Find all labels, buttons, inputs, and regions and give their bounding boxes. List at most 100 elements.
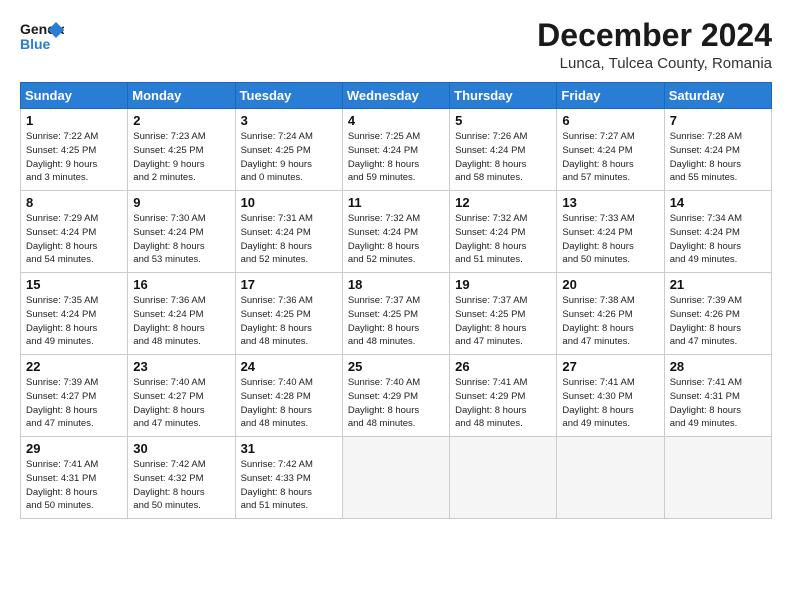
calendar-cell: 9 Sunrise: 7:30 AM Sunset: 4:24 PM Daylig…	[128, 191, 235, 273]
day-info: Sunrise: 7:37 AM Sunset: 4:25 PM Dayligh…	[348, 294, 444, 349]
day-info: Sunrise: 7:26 AM Sunset: 4:24 PM Dayligh…	[455, 130, 551, 185]
weekday-header-thursday: Thursday	[450, 83, 557, 109]
day-number: 27	[562, 359, 658, 374]
day-info: Sunrise: 7:37 AM Sunset: 4:25 PM Dayligh…	[455, 294, 551, 349]
day-info: Sunrise: 7:42 AM Sunset: 4:32 PM Dayligh…	[133, 458, 229, 513]
calendar-cell: 4 Sunrise: 7:25 AM Sunset: 4:24 PM Daylig…	[342, 109, 449, 191]
day-info: Sunrise: 7:41 AM Sunset: 4:31 PM Dayligh…	[670, 376, 766, 431]
calendar-cell: 20 Sunrise: 7:38 AM Sunset: 4:26 PM Dayli…	[557, 273, 664, 355]
day-number: 7	[670, 113, 766, 128]
calendar-cell: 8 Sunrise: 7:29 AM Sunset: 4:24 PM Daylig…	[21, 191, 128, 273]
day-info: Sunrise: 7:31 AM Sunset: 4:24 PM Dayligh…	[241, 212, 337, 267]
calendar-cell: 29Sunrise: 7:41 AM Sunset: 4:31 PM Dayli…	[21, 437, 128, 519]
sub-title: Lunca, Tulcea County, Romania	[537, 55, 772, 72]
day-number: 10	[241, 195, 337, 210]
weekday-header-tuesday: Tuesday	[235, 83, 342, 109]
day-info: Sunrise: 7:30 AM Sunset: 4:24 PM Dayligh…	[133, 212, 229, 267]
calendar-cell: 19 Sunrise: 7:37 AM Sunset: 4:25 PM Dayli…	[450, 273, 557, 355]
main-title: December 2024	[537, 18, 772, 53]
day-number: 5	[455, 113, 551, 128]
day-info: Sunrise: 7:34 AM Sunset: 4:24 PM Dayligh…	[670, 212, 766, 267]
day-number: 28	[670, 359, 766, 374]
day-number: 6	[562, 113, 658, 128]
calendar-cell: 17Sunrise: 7:36 AM Sunset: 4:25 PM Dayli…	[235, 273, 342, 355]
calendar-cell: 14 Sunrise: 7:34 AM Sunset: 4:24 PM Dayli…	[664, 191, 771, 273]
day-info: Sunrise: 7:36 AM Sunset: 4:24 PM Dayligh…	[133, 294, 229, 349]
day-number: 18	[348, 277, 444, 292]
day-number: 1	[26, 113, 122, 128]
calendar-cell: 10 Sunrise: 7:31 AM Sunset: 4:24 PM Dayli…	[235, 191, 342, 273]
day-number: 20	[562, 277, 658, 292]
calendar-cell: 1 Sunrise: 7:22 AM Sunset: 4:25 PM Daylig…	[21, 109, 128, 191]
day-number: 25	[348, 359, 444, 374]
day-info: Sunrise: 7:32 AM Sunset: 4:24 PM Dayligh…	[455, 212, 551, 267]
calendar-cell: 18 Sunrise: 7:37 AM Sunset: 4:25 PM Dayli…	[342, 273, 449, 355]
day-number: 12	[455, 195, 551, 210]
calendar-cell: 2 Sunrise: 7:23 AM Sunset: 4:25 PM Daylig…	[128, 109, 235, 191]
day-info: Sunrise: 7:39 AM Sunset: 4:27 PM Dayligh…	[26, 376, 122, 431]
weekday-header-sunday: Sunday	[21, 83, 128, 109]
day-info: Sunrise: 7:33 AM Sunset: 4:24 PM Dayligh…	[562, 212, 658, 267]
day-number: 24	[241, 359, 337, 374]
calendar-row-1: 1 Sunrise: 7:22 AM Sunset: 4:25 PM Daylig…	[21, 109, 772, 191]
day-info: Sunrise: 7:39 AM Sunset: 4:26 PM Dayligh…	[670, 294, 766, 349]
calendar-cell: 6 Sunrise: 7:27 AM Sunset: 4:24 PM Daylig…	[557, 109, 664, 191]
page: General Blue December 2024 Lunca, Tulcea…	[0, 0, 792, 612]
calendar-cell: 27Sunrise: 7:41 AM Sunset: 4:30 PM Dayli…	[557, 355, 664, 437]
calendar-cell: 25Sunrise: 7:40 AM Sunset: 4:29 PM Dayli…	[342, 355, 449, 437]
svg-text:Blue: Blue	[20, 36, 51, 52]
calendar-cell	[557, 437, 664, 519]
calendar-row-3: 15Sunrise: 7:35 AM Sunset: 4:24 PM Dayli…	[21, 273, 772, 355]
day-info: Sunrise: 7:36 AM Sunset: 4:25 PM Dayligh…	[241, 294, 337, 349]
day-number: 21	[670, 277, 766, 292]
day-info: Sunrise: 7:42 AM Sunset: 4:33 PM Dayligh…	[241, 458, 337, 513]
calendar-cell	[450, 437, 557, 519]
day-info: Sunrise: 7:22 AM Sunset: 4:25 PM Dayligh…	[26, 130, 122, 185]
day-info: Sunrise: 7:23 AM Sunset: 4:25 PM Dayligh…	[133, 130, 229, 185]
calendar-cell	[664, 437, 771, 519]
day-number: 22	[26, 359, 122, 374]
calendar-cell: 3Sunrise: 7:24 AM Sunset: 4:25 PM Daylig…	[235, 109, 342, 191]
day-info: Sunrise: 7:40 AM Sunset: 4:28 PM Dayligh…	[241, 376, 337, 431]
day-number: 9	[133, 195, 229, 210]
weekday-header-monday: Monday	[128, 83, 235, 109]
day-number: 30	[133, 441, 229, 456]
calendar-cell: 28 Sunrise: 7:41 AM Sunset: 4:31 PM Dayli…	[664, 355, 771, 437]
logo-svg: General Blue	[20, 18, 64, 54]
title-block: December 2024 Lunca, Tulcea County, Roma…	[537, 18, 772, 72]
calendar-cell: 21 Sunrise: 7:39 AM Sunset: 4:26 PM Dayli…	[664, 273, 771, 355]
day-number: 23	[133, 359, 229, 374]
day-info: Sunrise: 7:38 AM Sunset: 4:26 PM Dayligh…	[562, 294, 658, 349]
weekday-header-saturday: Saturday	[664, 83, 771, 109]
calendar-cell: 22 Sunrise: 7:39 AM Sunset: 4:27 PM Dayli…	[21, 355, 128, 437]
calendar-table: SundayMondayTuesdayWednesdayThursdayFrid…	[20, 82, 772, 519]
day-number: 16	[133, 277, 229, 292]
day-number: 13	[562, 195, 658, 210]
calendar-cell: 31Sunrise: 7:42 AM Sunset: 4:33 PM Dayli…	[235, 437, 342, 519]
calendar-row-5: 29Sunrise: 7:41 AM Sunset: 4:31 PM Dayli…	[21, 437, 772, 519]
calendar-cell: 11 Sunrise: 7:32 AM Sunset: 4:24 PM Dayli…	[342, 191, 449, 273]
calendar-cell: 23 Sunrise: 7:40 AM Sunset: 4:27 PM Dayli…	[128, 355, 235, 437]
day-number: 4	[348, 113, 444, 128]
day-number: 14	[670, 195, 766, 210]
calendar-cell: 13 Sunrise: 7:33 AM Sunset: 4:24 PM Dayli…	[557, 191, 664, 273]
calendar-cell: 16 Sunrise: 7:36 AM Sunset: 4:24 PM Dayli…	[128, 273, 235, 355]
day-number: 19	[455, 277, 551, 292]
calendar-cell: 30 Sunrise: 7:42 AM Sunset: 4:32 PM Dayli…	[128, 437, 235, 519]
day-number: 2	[133, 113, 229, 128]
weekday-header-friday: Friday	[557, 83, 664, 109]
calendar-row-4: 22 Sunrise: 7:39 AM Sunset: 4:27 PM Dayli…	[21, 355, 772, 437]
day-info: Sunrise: 7:29 AM Sunset: 4:24 PM Dayligh…	[26, 212, 122, 267]
day-info: Sunrise: 7:32 AM Sunset: 4:24 PM Dayligh…	[348, 212, 444, 267]
calendar-cell: 5 Sunrise: 7:26 AM Sunset: 4:24 PM Daylig…	[450, 109, 557, 191]
day-number: 26	[455, 359, 551, 374]
day-number: 8	[26, 195, 122, 210]
day-info: Sunrise: 7:27 AM Sunset: 4:24 PM Dayligh…	[562, 130, 658, 185]
day-info: Sunrise: 7:40 AM Sunset: 4:27 PM Dayligh…	[133, 376, 229, 431]
day-number: 11	[348, 195, 444, 210]
day-number: 29	[26, 441, 122, 456]
day-info: Sunrise: 7:25 AM Sunset: 4:24 PM Dayligh…	[348, 130, 444, 185]
day-number: 3	[241, 113, 337, 128]
day-info: Sunrise: 7:41 AM Sunset: 4:29 PM Dayligh…	[455, 376, 551, 431]
calendar-row-2: 8 Sunrise: 7:29 AM Sunset: 4:24 PM Daylig…	[21, 191, 772, 273]
